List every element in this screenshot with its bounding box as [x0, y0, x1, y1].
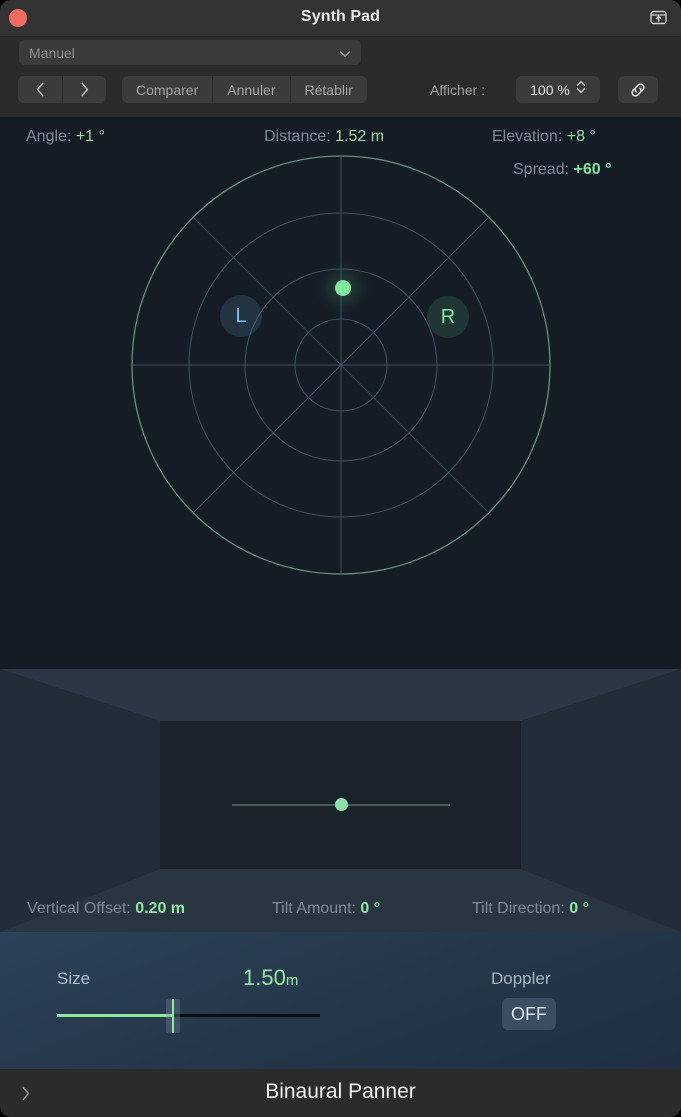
size-number: 1.50 [243, 965, 286, 990]
vertical-offset-value: 0.20 m [135, 900, 186, 917]
preset-nav-group [18, 76, 106, 103]
tilt-amount-label: Tilt Amount: [272, 900, 356, 917]
right-speaker-marker[interactable]: R [427, 296, 469, 338]
preset-value: Manuel [29, 44, 75, 61]
edit-actions-group: Comparer Annuler Rétablir [122, 76, 367, 103]
plugin-name: Binaural Panner [265, 1080, 416, 1103]
footer-bar: Binaural Panner [0, 1069, 681, 1117]
size-slider-handle[interactable] [165, 999, 180, 1033]
room-source-puck[interactable] [335, 798, 348, 811]
size-doppler-section: Size 1.50m Doppler OFF [0, 932, 681, 1069]
binaural-panner-window: Synth Pad Manuel Comparer Annuler Rétabl… [0, 0, 681, 1117]
doppler-toggle-button[interactable]: OFF [502, 998, 556, 1030]
zoom-value: 100 % [530, 81, 570, 98]
right-speaker-label: R [440, 305, 456, 328]
previous-preset-button[interactable] [18, 76, 62, 103]
tilt-amount-value: 0 ° [360, 900, 381, 917]
export-up-icon[interactable] [645, 5, 672, 29]
size-slider[interactable] [57, 999, 320, 1033]
room-display[interactable]: Vertical Offset: 0.20 m Tilt Amount: 0 °… [0, 669, 681, 932]
export-up-icon-svg [650, 10, 667, 24]
compare-button[interactable]: Comparer [122, 76, 213, 103]
link-chain-icon-svg [631, 82, 645, 97]
vertical-offset-readout[interactable]: Vertical Offset: 0.20 m [27, 900, 185, 918]
preset-row: Manuel [0, 37, 681, 71]
room-readout-row: Vertical Offset: 0.20 m Tilt Amount: 0 °… [0, 900, 681, 926]
preset-dropdown[interactable]: Manuel [19, 40, 361, 65]
vertical-offset-label: Vertical Offset: [27, 900, 131, 917]
undo-button[interactable]: Annuler [212, 76, 290, 103]
tilt-amount-readout[interactable]: Tilt Amount: 0 ° [272, 900, 380, 918]
redo-button[interactable]: Rétablir [289, 76, 367, 103]
title-bar: Synth Pad [0, 0, 681, 37]
doppler-label: Doppler [491, 969, 551, 988]
view-label: Afficher : [430, 82, 485, 98]
tilt-direction-value: 0 ° [569, 900, 589, 917]
size-value[interactable]: 1.50m [243, 965, 298, 991]
chevron-down-icon [339, 45, 351, 61]
tilt-direction-label: Tilt Direction: [472, 900, 565, 917]
left-speaker-marker[interactable]: L [220, 295, 262, 337]
zoom-stepper[interactable]: 100 % [516, 76, 600, 103]
panner-display[interactable]: Angle: +1 ° Distance: 1.52 m Elevation: … [0, 117, 681, 669]
size-slider-fill [57, 1014, 173, 1017]
next-preset-button[interactable] [62, 76, 106, 103]
chevron-right-icon [81, 82, 89, 97]
size-label: Size [57, 969, 91, 988]
window-title: Synth Pad [300, 8, 381, 25]
link-chain-icon[interactable] [618, 76, 658, 103]
polar-grid [131, 155, 551, 575]
source-puck[interactable] [335, 280, 351, 296]
chevron-up-down-icon [576, 79, 586, 100]
size-unit: m [285, 972, 299, 989]
tilt-direction-readout[interactable]: Tilt Direction: 0 ° [472, 900, 589, 918]
left-speaker-label: L [235, 304, 247, 327]
toolbar: Comparer Annuler Rétablir Afficher : 100… [0, 71, 681, 117]
chevron-left-icon [36, 82, 44, 97]
